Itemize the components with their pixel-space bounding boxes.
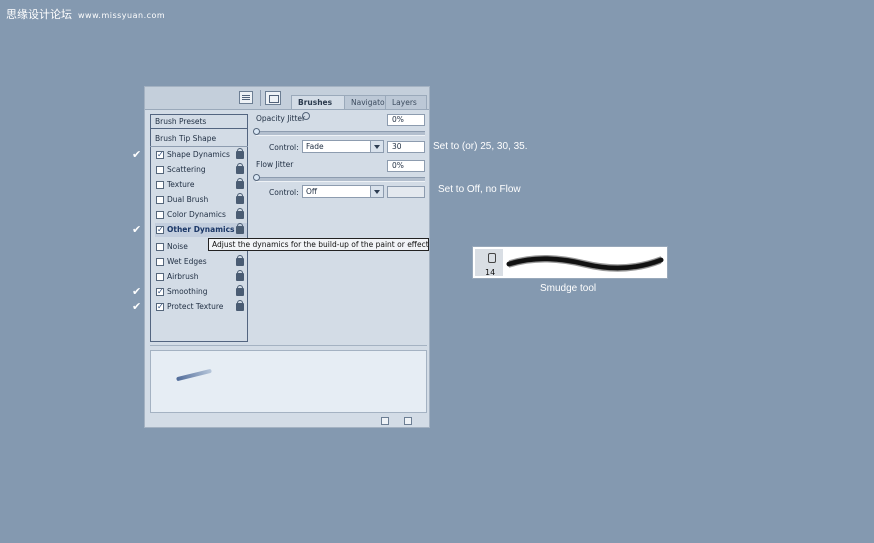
checkbox[interactable] xyxy=(156,258,164,266)
opacity-control-select[interactable]: Fade xyxy=(302,140,384,153)
watermark: 思缘设计论坛 www.missyuan.com xyxy=(6,6,165,22)
lock-icon[interactable] xyxy=(236,193,244,204)
smudge-stroke xyxy=(506,254,664,272)
opacity-control-label: Control: xyxy=(269,143,299,152)
brush-option-dual-brush[interactable]: Dual Brush xyxy=(155,193,247,207)
new-preset-icon[interactable] xyxy=(381,417,389,425)
tab-layers-label: Layers xyxy=(392,98,417,107)
brush-tip-icon xyxy=(488,253,496,263)
brush-option-label: Smoothing xyxy=(167,287,208,296)
brush-option-airbrush[interactable]: Airbrush xyxy=(155,270,247,284)
smudge-brush-preview: 14 xyxy=(472,246,668,279)
brush-option-texture[interactable]: Texture xyxy=(155,178,247,192)
chevron-down-icon[interactable] xyxy=(370,186,383,197)
check-mark-icon: ✔ xyxy=(132,223,142,236)
lock-icon[interactable] xyxy=(236,255,244,266)
flow-jitter-thumb[interactable] xyxy=(253,174,260,181)
trash-icon[interactable] xyxy=(404,417,412,425)
tab-brushes-label: Brushes xyxy=(298,98,333,107)
flow-jitter-field[interactable]: 0% xyxy=(387,160,425,172)
check-mark-icon: ✔ xyxy=(132,300,142,313)
lock-icon[interactable] xyxy=(236,223,244,234)
watermark-main: 思缘设计论坛 xyxy=(6,8,72,21)
lock-icon[interactable] xyxy=(236,300,244,311)
brush-preset-picker-icon[interactable] xyxy=(265,91,281,105)
brush-option-label: Noise xyxy=(167,242,188,251)
flow-steps-field xyxy=(387,186,425,198)
checkbox[interactable]: ✓ xyxy=(156,151,164,159)
opacity-note: Set to (or) 25, 30, 35. xyxy=(433,141,528,152)
flow-note: Set to Off, no Flow xyxy=(438,184,521,195)
toolbar-divider xyxy=(260,90,261,106)
lock-icon[interactable] xyxy=(236,285,244,296)
flow-jitter-label: Flow Jitter xyxy=(256,160,294,169)
checkbox[interactable]: ✓ xyxy=(156,303,164,311)
opacity-jitter-slider[interactable] xyxy=(256,131,425,136)
tab-brushes[interactable]: Brushes xyxy=(291,95,347,120)
brushes-palette: Brushes Navigator Layers Brush Presets B… xyxy=(144,86,430,428)
check-mark-icon: ✔ xyxy=(132,285,142,298)
tab-navigator-label: Navigator xyxy=(351,98,388,107)
brush-option-label: Wet Edges xyxy=(167,257,207,266)
checkbox[interactable] xyxy=(156,196,164,204)
opacity-jitter-label: Opacity Jitter xyxy=(256,114,306,123)
opacity-jitter-thumb[interactable] xyxy=(253,128,260,135)
palette-menu-icon[interactable] xyxy=(239,91,253,104)
fade-steps-field[interactable]: 30 xyxy=(387,141,425,153)
checkbox[interactable]: ✓ xyxy=(156,226,164,234)
opacity-control-value: Fade xyxy=(306,142,324,151)
chevron-down-icon[interactable] xyxy=(370,141,383,152)
opacity-jitter-field[interactable]: 0% xyxy=(387,114,425,126)
checkbox[interactable] xyxy=(156,166,164,174)
smudge-tool-label: Smudge tool xyxy=(540,283,597,294)
preview-divider xyxy=(150,345,427,346)
checkbox[interactable] xyxy=(156,243,164,251)
watermark-url: www.missyuan.com xyxy=(78,11,166,20)
lock-icon[interactable] xyxy=(236,208,244,219)
flow-control-select[interactable]: Off xyxy=(302,185,384,198)
brush-option-scattering[interactable]: Scattering xyxy=(155,163,247,177)
lock-icon[interactable] xyxy=(236,148,244,159)
checkbox[interactable] xyxy=(156,211,164,219)
brush-option-label: Dual Brush xyxy=(167,195,209,204)
flow-control-value: Off xyxy=(306,187,318,196)
palette-tab-bar: Brushes Navigator Layers xyxy=(145,87,429,120)
brush-option-label: Texture xyxy=(167,180,195,189)
brush-option-label: Other Dynamics xyxy=(167,225,235,234)
flow-jitter-slider[interactable] xyxy=(256,177,425,182)
tab-layers[interactable]: Layers xyxy=(385,95,427,109)
tooltip: Adjust the dynamics for the build-up of … xyxy=(208,238,429,251)
preview-stroke xyxy=(176,368,212,382)
brush-stroke-preview xyxy=(150,350,427,413)
tab-navigator[interactable]: Navigator xyxy=(344,95,389,109)
brush-option-label: Shape Dynamics xyxy=(167,150,230,159)
brush-option-protect-texture[interactable]: ✓ Protect Texture xyxy=(155,300,247,314)
brush-thumbnail: 14 xyxy=(475,249,503,277)
brush-tip-shape-item[interactable]: Brush Tip Shape xyxy=(150,131,248,147)
brush-presets-item[interactable]: Brush Presets xyxy=(150,114,248,129)
checkbox[interactable] xyxy=(156,273,164,281)
brush-option-label: Color Dynamics xyxy=(167,210,226,219)
brush-option-other-dynamics[interactable]: ✓ Other Dynamics xyxy=(155,223,247,237)
palette-bottom-bar xyxy=(145,415,429,427)
brush-option-label: Protect Texture xyxy=(167,302,224,311)
lock-icon[interactable] xyxy=(236,178,244,189)
brush-option-label: Airbrush xyxy=(167,272,199,281)
brush-option-label: Scattering xyxy=(167,165,206,174)
lock-icon[interactable] xyxy=(236,270,244,281)
brush-size: 14 xyxy=(485,268,496,277)
checkbox[interactable]: ✓ xyxy=(156,288,164,296)
brush-option-shape-dynamics[interactable]: ✓ Shape Dynamics xyxy=(155,148,247,162)
flow-control-label: Control: xyxy=(269,188,299,197)
brush-option-color-dynamics[interactable]: Color Dynamics xyxy=(155,208,247,222)
brush-option-smoothing[interactable]: ✓ Smoothing xyxy=(155,285,247,299)
checkbox[interactable] xyxy=(156,181,164,189)
lock-icon[interactable] xyxy=(236,163,244,174)
check-mark-icon: ✔ xyxy=(132,148,142,161)
brush-option-wet-edges[interactable]: Wet Edges xyxy=(155,255,247,269)
